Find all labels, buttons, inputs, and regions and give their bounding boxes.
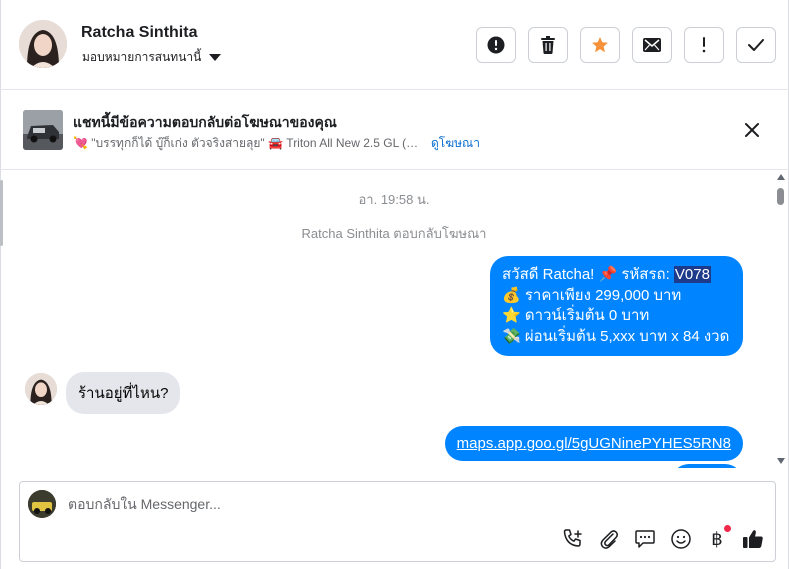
message-thread[interactable]: อา. 19:58 น. Ratcha Sinthita ตอบกลับโฆษณ… [8, 170, 780, 468]
ad-headline: 💘 "บรรทุกก็ได้ บู๊ก็เก่ง ตัวจริงสายลุย" … [73, 136, 421, 150]
add-call-icon [563, 529, 582, 547]
chevron-down-icon [209, 54, 222, 61]
emoji-icon [671, 529, 691, 549]
panel-resize-handle[interactable] [0, 180, 3, 246]
assign-conversation-dropdown[interactable]: มอบหมายการสนทนานี้ [82, 48, 222, 67]
outgoing-link-message[interactable]: maps.app.goo.gl/5gUGNinePYHES5RN8 [444, 426, 743, 461]
ad-banner-description: 💘 "บรรทุกก็ได้ บู๊ก็เก่ง ตัวจริงสายลุย" … [73, 134, 480, 153]
scrollbar-thumb[interactable] [777, 188, 784, 205]
conversation-header: Ratcha Sinthita มอบหมายการสนทนานี้ [0, 0, 789, 90]
payment-button[interactable]: ฿ [706, 525, 731, 550]
attach-file-button[interactable] [598, 528, 620, 550]
outgoing-message-partial [671, 464, 743, 468]
thread-scrollbar[interactable] [775, 172, 787, 468]
close-banner-button[interactable] [742, 120, 762, 140]
star-icon [592, 37, 608, 53]
message-input[interactable] [68, 496, 708, 512]
emoji-button[interactable] [670, 528, 692, 550]
sender-avatar[interactable] [25, 373, 57, 405]
incoming-message[interactable]: ร้านอยู่ที่ไหน? [66, 372, 181, 414]
ad-reply-banner: แชทนี้มีข้อความตอบกลับต่อโฆษณาของคุณ 💘 "… [0, 90, 789, 170]
scroll-up-arrow[interactable] [777, 174, 785, 180]
offer-car-code: V078 [673, 266, 711, 283]
checkmark-icon [748, 39, 764, 51]
page-avatar [28, 490, 56, 518]
notification-dot [724, 525, 731, 532]
paperclip-icon [600, 530, 618, 549]
conversation-actions [476, 27, 776, 63]
saved-replies-button[interactable] [634, 528, 656, 550]
mark-spam-button[interactable] [476, 27, 516, 63]
offer-line-installment: 💸 ผ่อนเริ่มต้น 5,xxx บาท x 84 งวด [502, 327, 730, 345]
mark-done-button[interactable] [736, 27, 776, 63]
contact-name: Ratcha Sinthita [81, 24, 198, 41]
trash-icon [541, 36, 555, 54]
offer-greeting-text: สวัสดี Ratcha! 📌 รหัสรถ: [502, 266, 674, 283]
saved-reply-icon [635, 530, 655, 548]
like-button[interactable] [742, 528, 764, 550]
mark-unread-button[interactable] [632, 27, 672, 63]
view-ad-link[interactable]: ดูโฆษณา [431, 134, 480, 153]
scroll-down-arrow[interactable] [777, 458, 785, 464]
envelope-icon [643, 38, 661, 52]
message-timestamp: อา. 19:58 น. [358, 192, 430, 207]
message-composer: ฿ [19, 481, 776, 562]
add-call-button[interactable] [562, 528, 584, 550]
exclamation-circle-icon [487, 36, 505, 54]
contact-avatar[interactable] [19, 20, 67, 68]
composer-toolbar: ฿ [562, 525, 764, 550]
like-icon [743, 530, 763, 548]
delete-button[interactable] [528, 27, 568, 63]
offer-line-price: 💰 ราคาเพียง 299,000 บาท [502, 286, 682, 304]
system-message: Ratcha Sinthita ตอบกลับโฆษณา [301, 226, 487, 241]
assign-label: มอบหมายการสนทนานี้ [82, 50, 202, 64]
star-button[interactable] [580, 27, 620, 63]
ad-thumbnail[interactable] [23, 110, 63, 150]
baht-icon: ฿ [711, 528, 723, 550]
exclamation-icon [702, 37, 706, 53]
follow-up-button[interactable] [684, 27, 724, 63]
offer-line-greeting: สวัสดี Ratcha! 📌 รหัสรถ: V078 [502, 265, 731, 286]
ad-banner-title: แชทนี้มีข้อความตอบกลับต่อโฆษณาของคุณ [73, 114, 337, 130]
outgoing-message-offer[interactable]: สวัสดี Ratcha! 📌 รหัสรถ: V078 💰 ราคาเพีย… [490, 256, 743, 356]
offer-line-down: ⭐ ดาวน์เริ่มต้น 0 บาท [502, 307, 650, 324]
close-icon [745, 123, 759, 137]
